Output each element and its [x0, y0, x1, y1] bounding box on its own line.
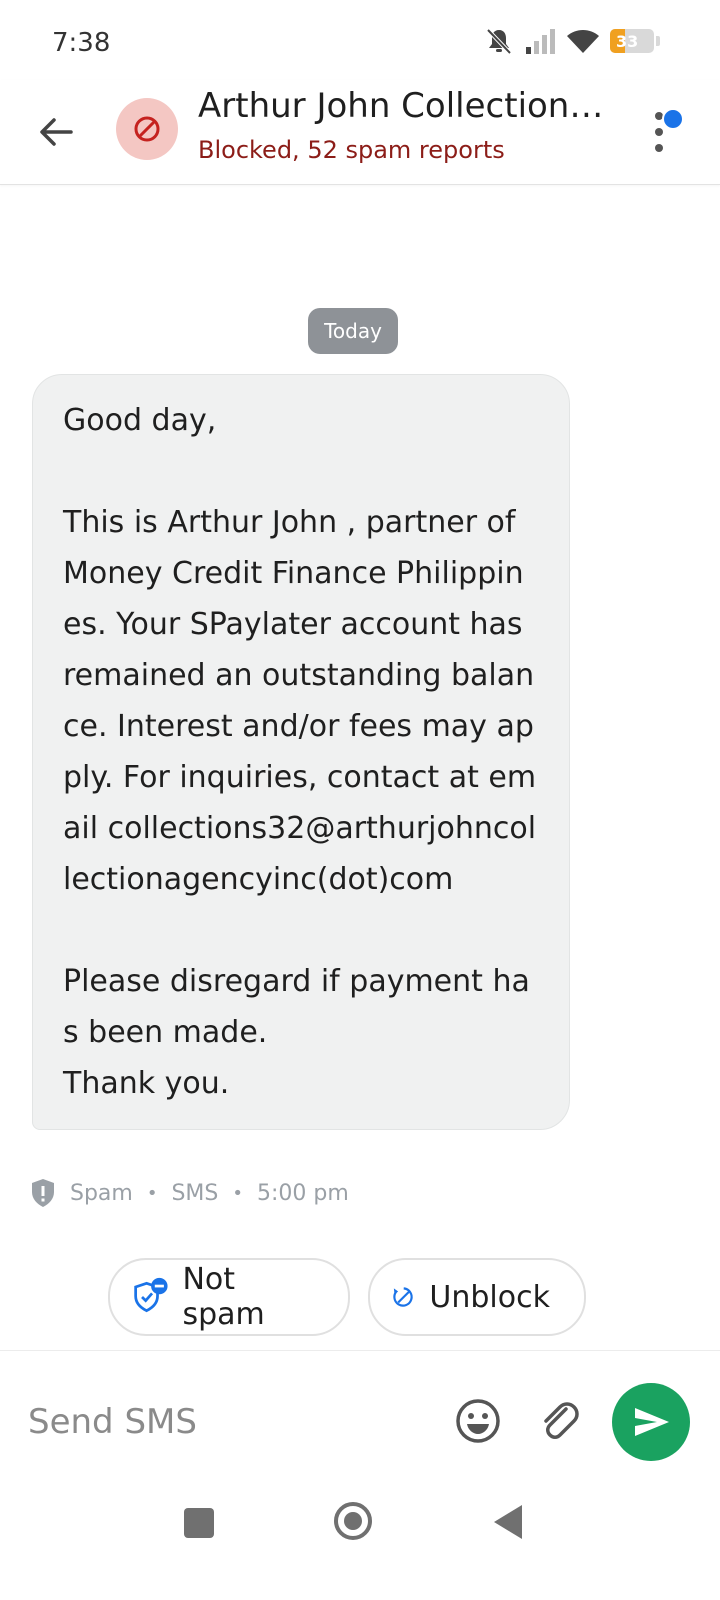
wifi-icon: [567, 30, 599, 53]
spam-actions: Not spam Unblock: [108, 1258, 586, 1336]
nav-back-icon[interactable]: [494, 1505, 522, 1539]
arrow-back-icon: [40, 118, 73, 146]
not-spam-button[interactable]: Not spam: [108, 1258, 350, 1336]
status-time: 7:38: [52, 28, 111, 58]
status-icons: 33: [484, 26, 660, 56]
shield-remove-icon: [134, 1277, 168, 1313]
battery-icon: 33: [610, 29, 654, 53]
more-vert-icon-dot: [655, 144, 663, 152]
blocked-icon: [134, 116, 160, 142]
contact-avatar[interactable]: [116, 98, 178, 160]
attach-button[interactable]: [536, 1397, 584, 1445]
sms-input[interactable]: [26, 1391, 410, 1453]
send-icon: [635, 1408, 669, 1436]
unblock-label: Unblock: [429, 1279, 550, 1315]
contact-name[interactable]: Arthur John Collection A...: [198, 86, 608, 126]
message-composer: [0, 1350, 720, 1491]
emoji-icon: [456, 1399, 500, 1443]
muted-bell-icon: [486, 28, 512, 55]
message-bubble[interactable]: Good day, This is Arthur John , partner …: [32, 374, 570, 1130]
battery-level: 33: [616, 31, 639, 51]
unblock-button[interactable]: Unblock: [368, 1258, 586, 1336]
more-options-button[interactable]: [640, 102, 688, 166]
message-meta: Spam • SMS • 5:00 pm: [30, 1178, 349, 1208]
meta-separator: •: [146, 1182, 158, 1204]
battery-tip: [656, 36, 660, 46]
emoji-button[interactable]: [454, 1397, 502, 1445]
back-button[interactable]: [30, 106, 82, 158]
recents-icon[interactable]: [184, 1508, 214, 1538]
message-type: SMS: [171, 1180, 219, 1206]
unblock-icon: [393, 1287, 413, 1307]
send-button[interactable]: [612, 1383, 690, 1461]
spam-label: Spam: [70, 1180, 133, 1206]
blocked-status: Blocked, 52 spam reports: [198, 136, 505, 164]
attachment-icon: [544, 1402, 579, 1439]
status-bar: 7:38 33: [0, 0, 720, 80]
spam-shield-icon: [32, 1179, 54, 1207]
conversation-header: Arthur John Collection A... Blocked, 52 …: [0, 80, 720, 185]
home-icon[interactable]: [334, 1502, 372, 1540]
date-divider: Today: [308, 308, 398, 354]
notification-dot: [662, 108, 684, 130]
not-spam-label: Not spam: [182, 1262, 265, 1332]
more-vert-icon-dot: [655, 128, 663, 136]
system-nav-bar: [0, 1490, 720, 1600]
meta-separator: •: [232, 1182, 244, 1204]
signal-icon: [526, 29, 555, 54]
message-time: 5:00 pm: [257, 1180, 349, 1206]
